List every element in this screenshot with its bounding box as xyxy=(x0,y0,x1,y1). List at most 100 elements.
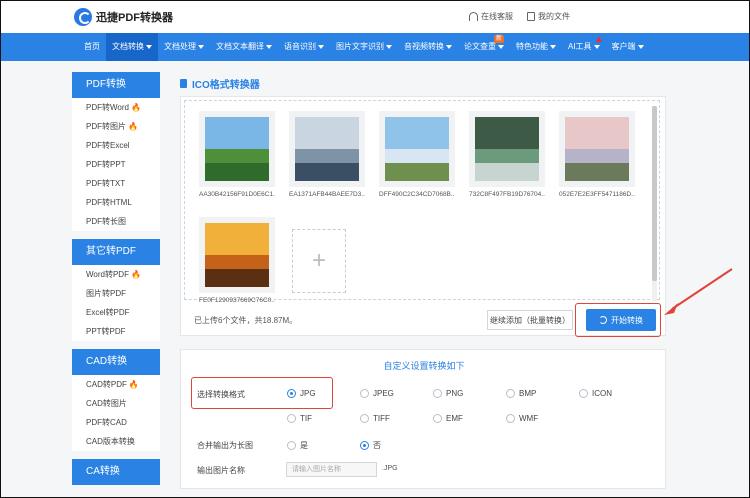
file-name: FE0F1290937669C76C0... xyxy=(199,297,275,304)
sidebar-item[interactable]: PDF转Word 🔥 xyxy=(72,98,160,117)
scrollbar-thumb[interactable] xyxy=(652,106,657,281)
photo-image xyxy=(295,117,359,181)
nav-item[interactable]: 特色功能 xyxy=(510,33,562,61)
sidebar-item-label: Excel转PDF xyxy=(86,308,130,317)
file-thumbnail[interactable]: FE0F1290937669C76C0... xyxy=(199,217,275,304)
sidebar-group-title[interactable]: CAD转换 xyxy=(72,349,160,375)
file-name: AA30B42156F91D0E6C1... xyxy=(199,191,275,198)
nav-item-label: 论文查重 xyxy=(464,42,496,51)
format-radio[interactable]: TIFF xyxy=(360,414,390,423)
nav-item-label: 特色功能 xyxy=(516,42,548,51)
fire-icon: 🔥 xyxy=(130,270,141,279)
format-radio[interactable]: JPEG xyxy=(360,389,394,398)
fire-icon: 🔥 xyxy=(128,380,139,389)
file-thumbnail[interactable]: EA1371AFB44BAEE7D3... xyxy=(289,111,365,198)
format-radio[interactable]: JPG xyxy=(287,389,316,398)
add-file-button[interactable]: + xyxy=(292,229,346,293)
format-radio[interactable]: WMF xyxy=(506,414,538,423)
sidebar-item[interactable]: PDF转HTML xyxy=(72,193,160,212)
sidebar-item[interactable]: CAD转图片 xyxy=(72,394,160,413)
nav-item[interactable]: 音视频转换 xyxy=(398,33,458,61)
sidebar-item[interactable]: PDF转长图 xyxy=(72,212,160,231)
nav-item[interactable]: 首页 xyxy=(78,33,106,61)
file-thumbnail[interactable]: DFF490C2C34CD7068B... xyxy=(379,111,455,198)
file-thumbnail[interactable]: AA30B42156F91D0E6C1... xyxy=(199,111,275,198)
new-badge: 新 xyxy=(493,35,504,43)
file-name: 052E7E2E3FF5471186D... xyxy=(559,191,635,198)
sidebar-group: PDF转换 PDF转Word 🔥 PDF转图片 🔥 PDF转Excel PDF转PPT PDF… xyxy=(72,72,160,231)
output-name-label: 输出图片名称 xyxy=(197,466,245,475)
output-name-input[interactable]: 请输入图片名称 xyxy=(286,462,377,477)
sidebar-item[interactable]: PDF转PPT xyxy=(72,155,160,174)
sidebar-item[interactable]: CAD版本转换 xyxy=(72,432,160,451)
sidebar-group-title[interactable]: PDF转换 xyxy=(72,72,160,98)
radio-circle xyxy=(360,441,369,450)
nav-item[interactable]: 文档处理 xyxy=(158,33,210,61)
radio-label: 否 xyxy=(373,441,381,450)
nav-item[interactable]: 文档文本翻译 xyxy=(210,33,278,61)
format-radio[interactable]: EMF xyxy=(433,414,463,423)
merge-radio[interactable]: 否 xyxy=(360,440,381,451)
sidebar-group-title[interactable]: CA转换 xyxy=(72,459,160,485)
sidebar-group-title[interactable]: 其它转PDF xyxy=(72,239,160,265)
nav-item[interactable]: 图片文字识别 xyxy=(330,33,398,61)
nav-item[interactable]: 论文查重新 xyxy=(458,33,510,61)
format-radio[interactable]: TIF xyxy=(287,414,312,423)
nav-item[interactable]: 语音识别 xyxy=(278,33,330,61)
sidebar-item[interactable]: PDF转TXT xyxy=(72,174,160,193)
sidebar-item[interactable]: Excel转PDF xyxy=(72,303,160,322)
sidebar-item-label: PDF转图片 xyxy=(86,122,126,131)
sidebar-item[interactable]: PDF转CAD xyxy=(72,413,160,432)
my-files-link[interactable]: 我的文件 xyxy=(527,11,570,22)
radio-circle xyxy=(360,389,369,398)
radio-label: BMP xyxy=(519,389,537,398)
start-convert-button[interactable]: 开始转换 xyxy=(586,309,656,331)
sidebar-item[interactable]: CAD转PDF 🔥 xyxy=(72,375,160,394)
upload-area[interactable]: + AA30B42156F91D0E6C1... EA1371AFB44BAEE7… xyxy=(184,100,660,304)
nav-items: 首页 文档转换 文档处理 文档文本翻译 语音识别 图片文字识别 音视频转换 论文查重新特色功能… xyxy=(78,33,650,61)
nav-item[interactable]: 文档转换 xyxy=(106,33,158,61)
file-thumbnail[interactable]: 052E7E2E3FF5471186D... xyxy=(559,111,635,198)
file-name: 732C8F497FB19D76704... xyxy=(469,191,545,198)
radio-label: TIF xyxy=(300,414,312,423)
file-thumbnail[interactable]: 732C8F497FB19D76704... xyxy=(469,111,545,198)
radio-circle xyxy=(433,389,442,398)
merge-label: 合并输出为长图 xyxy=(197,441,253,450)
nav-item-label: 文档文本翻译 xyxy=(216,42,264,51)
settings-panel: 自定义设置转换如下 选择转换格式 JPG JPEG PNG BMP ICON TIF TIF… xyxy=(180,349,666,489)
nav-item-label: 文档处理 xyxy=(164,42,196,51)
scrollbar[interactable] xyxy=(652,106,657,301)
nav-item[interactable]: 客户端 xyxy=(606,33,650,61)
nav-item-label: 图片文字识别 xyxy=(336,42,384,51)
sidebar-item[interactable]: PDF转Excel xyxy=(72,136,160,155)
format-radio[interactable]: ICON xyxy=(579,389,612,398)
sidebar-item[interactable]: PDF转图片 🔥 xyxy=(72,117,160,136)
nav-item[interactable]: AI工具 xyxy=(562,33,606,61)
chevron-down-icon xyxy=(318,44,324,49)
sidebar-item-label: CAD转PDF xyxy=(86,380,127,389)
merge-radio[interactable]: 是 xyxy=(287,440,308,451)
format-radio[interactable]: BMP xyxy=(506,389,536,398)
photo-image xyxy=(385,117,449,181)
photo-image xyxy=(475,117,539,181)
headset-icon xyxy=(469,12,478,21)
chevron-down-icon xyxy=(446,44,452,49)
my-files-label: 我的文件 xyxy=(538,12,570,21)
file-name: DFF490C2C34CD7068B... xyxy=(379,191,455,198)
sidebar-item[interactable]: 图片转PDF xyxy=(72,284,160,303)
sidebar-item[interactable]: PPT转PDF xyxy=(72,322,160,341)
continue-add-button[interactable]: 继续添加（批量转换） xyxy=(487,310,573,330)
nav-item-label: 音视频转换 xyxy=(404,42,444,51)
radio-circle xyxy=(506,389,515,398)
sidebar-item-label: CAD版本转换 xyxy=(86,437,135,446)
sidebar-item[interactable]: Word转PDF 🔥 xyxy=(72,265,160,284)
format-radio[interactable]: PNG xyxy=(433,389,463,398)
customer-service-link[interactable]: 在线客服 xyxy=(469,11,513,22)
app-logo[interactable]: 迅捷PDF转换器 xyxy=(74,8,173,26)
page-title: ICO格式转换器 xyxy=(192,80,260,91)
sidebar-item-label: PDF转HTML xyxy=(86,198,132,207)
radio-label: ICON xyxy=(592,389,612,398)
upload-panel: + AA30B42156F91D0E6C1... EA1371AFB44BAEE7… xyxy=(180,96,666,337)
start-convert-label: 开始转换 xyxy=(611,315,643,325)
pointer-arrow-icon xyxy=(595,36,602,42)
